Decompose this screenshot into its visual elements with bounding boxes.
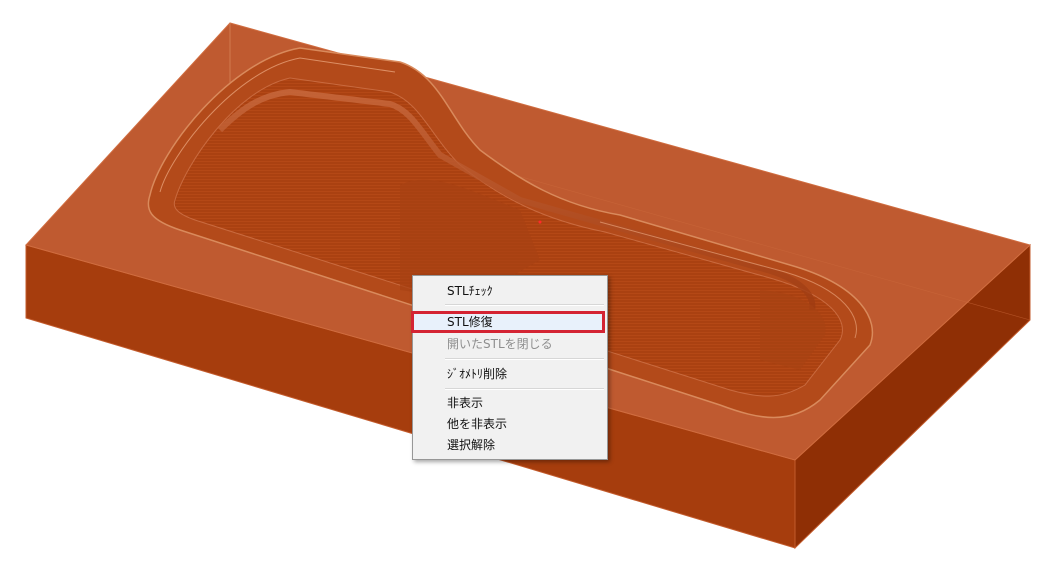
menu-item-stl-check[interactable]: STLﾁｪｯｸ (416, 281, 604, 301)
menu-separator (445, 388, 604, 390)
menu-item-close-open-stl[interactable]: 開いたSTLを閉じる (416, 334, 604, 354)
menu-separator (445, 358, 604, 360)
menu-item-deselect[interactable]: 選択解除 (416, 435, 604, 455)
menu-item-hide-others[interactable]: 他を非表示 (416, 414, 604, 434)
menu-item-stl-repair[interactable]: STL修復 (411, 311, 605, 333)
menu-separator (445, 304, 604, 306)
menu-item-delete-geometry[interactable]: ｼﾞｵﾒﾄﾘ削除 (416, 364, 604, 384)
menu-item-hide[interactable]: 非表示 (416, 393, 604, 413)
context-menu: STLﾁｪｯｸ STL修復 開いたSTLを閉じる ｼﾞｵﾒﾄﾘ削除 非表示 他を… (411, 275, 608, 460)
